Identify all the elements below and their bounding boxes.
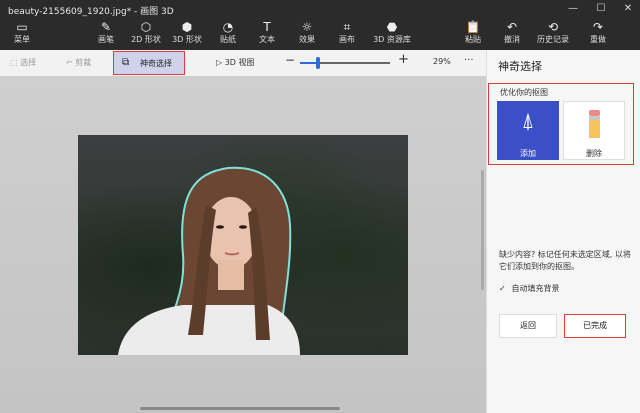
- refine-label: 优化你的抠图: [500, 88, 548, 97]
- effects-icon: ☼: [301, 20, 313, 34]
- checkmark-icon: ✓: [499, 284, 506, 293]
- text-icon: T: [263, 20, 271, 34]
- subject-cutout: [118, 166, 300, 356]
- ribbon: ▭ 菜单 ✎ 画笔 ⬡ 2D 形状 ⬢ 3D 形状 ◔ 贴纸 T 文本 ☼ 效果 ⌗ 画布 ⬣ 3…: [0, 18, 640, 50]
- add-button[interactable]: ⍋ 添加: [497, 101, 559, 160]
- magic-select-icon: ⧉: [122, 57, 130, 68]
- ribbon-text[interactable]: T 文本: [247, 20, 287, 45]
- more-options-icon[interactable]: ···: [464, 55, 474, 66]
- paste-icon: 📋: [465, 20, 481, 34]
- undo-icon: ↶: [506, 20, 518, 34]
- autofill-checkbox[interactable]: ✓ 自动填充背景: [499, 283, 560, 294]
- ribbon-effects[interactable]: ☼ 效果: [287, 20, 327, 45]
- neck-shape: [218, 260, 244, 290]
- left-eye: [216, 225, 224, 229]
- ribbon-canvas[interactable]: ⌗ 画布: [327, 20, 367, 45]
- maximize-icon[interactable]: ☐: [594, 2, 608, 16]
- eraser-icon: [589, 110, 600, 138]
- shape-2d-icon: ⬡: [140, 20, 152, 34]
- ribbon-history[interactable]: ⟲ 历史记录: [530, 20, 576, 45]
- back-button[interactable]: 返回: [499, 314, 557, 338]
- horizontal-scrollbar[interactable]: [140, 407, 340, 410]
- sticker-icon: ◔: [222, 20, 234, 34]
- remove-button[interactable]: 删除: [563, 101, 625, 160]
- window-title: beauty-2155609_1920.jpg* - 画图 3D: [8, 7, 174, 17]
- ribbon-redo[interactable]: ↷ 重做: [578, 20, 618, 45]
- magic-select-button[interactable]: ⧉ 神奇选择: [113, 51, 185, 75]
- history-icon: ⟲: [547, 20, 559, 34]
- photo-canvas[interactable]: [78, 135, 408, 356]
- ribbon-undo[interactable]: ↶ 撤消: [492, 20, 532, 45]
- ribbon-menu[interactable]: ▭ 菜单: [2, 20, 42, 45]
- zoom-in-icon[interactable]: +: [398, 52, 409, 67]
- canvas-icon: ⌗: [343, 20, 351, 34]
- ribbon-3d-shapes[interactable]: ⬢ 3D 形状: [167, 20, 207, 45]
- ribbon-stickers[interactable]: ◔ 贴纸: [208, 20, 248, 45]
- ribbon-3d-library[interactable]: ⬣ 3D 资源库: [369, 20, 415, 45]
- folder-icon: ▭: [16, 20, 28, 34]
- ribbon-2d-shapes[interactable]: ⬡ 2D 形状: [126, 20, 166, 45]
- library-icon: ⬣: [386, 20, 398, 34]
- minimize-icon[interactable]: —: [566, 2, 580, 16]
- redo-icon: ↷: [592, 20, 604, 34]
- shirt-shape: [118, 305, 300, 355]
- zoom-slider-thumb[interactable]: [316, 57, 320, 69]
- panel-title: 神奇选择: [498, 60, 542, 73]
- view-3d-toggle[interactable]: ▷ 3D 视图: [216, 57, 255, 68]
- close-icon[interactable]: ✕: [621, 2, 635, 16]
- title-bar: beauty-2155609_1920.jpg* - 画图 3D — ☐ ✕: [0, 0, 640, 18]
- brush-icon: ✎: [100, 20, 112, 34]
- zoom-out-icon[interactable]: −: [285, 53, 295, 67]
- ribbon-paste[interactable]: 📋 粘贴: [453, 20, 493, 45]
- pen-add-icon: ⍋: [521, 109, 535, 134]
- right-eye: [239, 225, 247, 229]
- zoom-level: 29%: [433, 57, 451, 66]
- select-tool[interactable]: ⬚ 选择: [10, 57, 36, 68]
- vertical-scrollbar[interactable]: [481, 170, 484, 290]
- crop-tool[interactable]: ⌐ 剪裁: [66, 57, 91, 68]
- hint-text: 缺少内容? 标记任何未选定区域, 以将它们添加到你的抠图。: [499, 250, 631, 271]
- done-button[interactable]: 已完成: [564, 314, 626, 338]
- shape-3d-icon: ⬢: [181, 20, 193, 34]
- ribbon-brushes[interactable]: ✎ 画笔: [86, 20, 126, 45]
- zoom-slider[interactable]: [300, 57, 390, 69]
